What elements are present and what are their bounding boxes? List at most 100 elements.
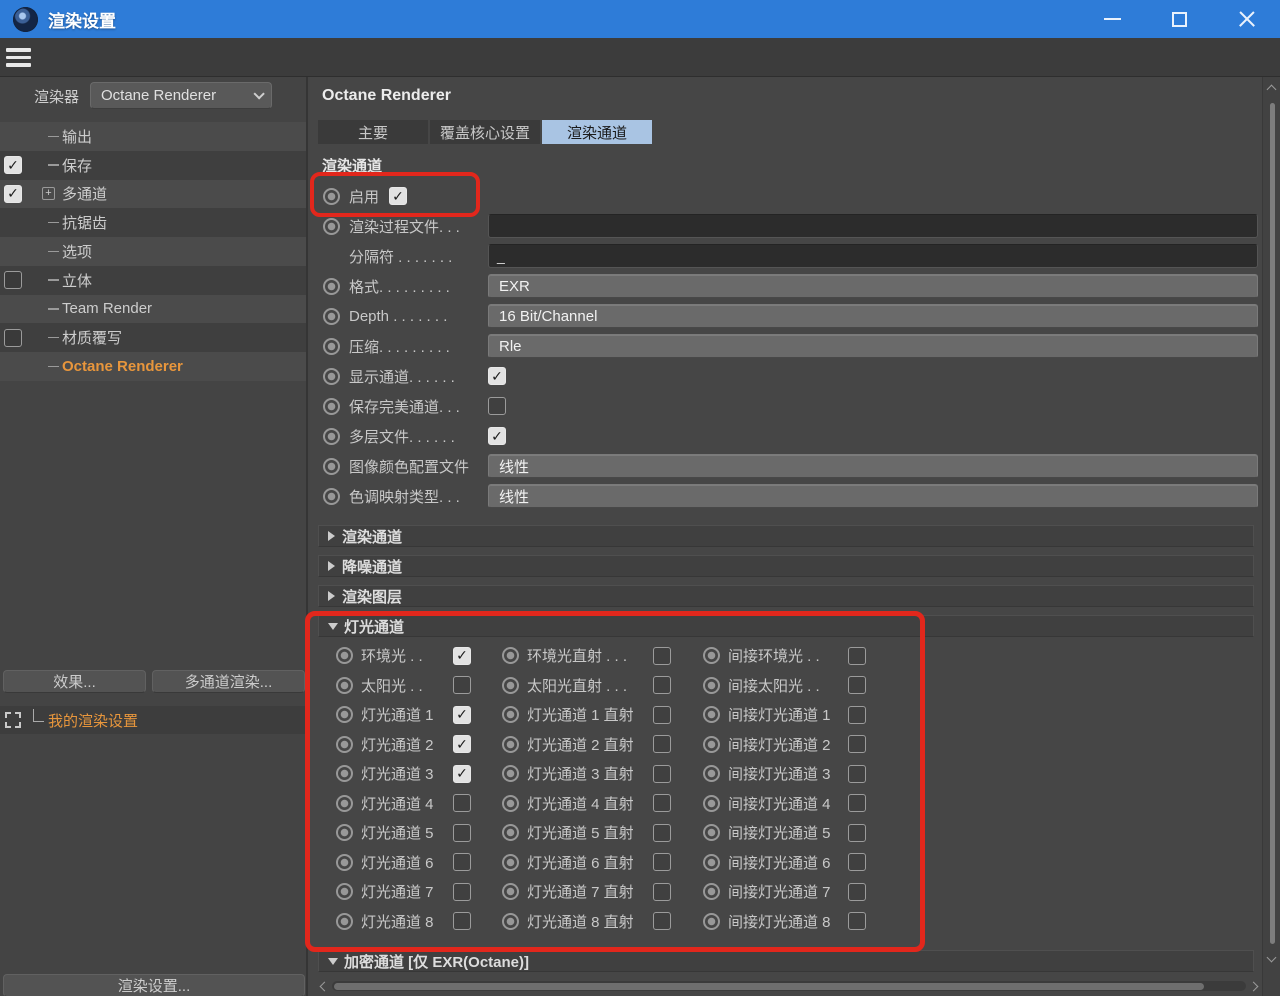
animation-dot-icon[interactable] (323, 428, 340, 445)
animation-dot-icon[interactable] (323, 188, 340, 205)
light-channel-8-direct-checkbox[interactable] (653, 912, 671, 930)
animation-dot-icon[interactable] (703, 795, 720, 812)
ambient-direct-checkbox[interactable] (653, 647, 671, 665)
indirect-sunlight-checkbox[interactable] (848, 676, 866, 694)
animation-dot-icon[interactable] (336, 883, 353, 900)
multilayer-checkbox[interactable] (488, 427, 506, 445)
tonemap-dropdown[interactable]: 线性 (488, 484, 1258, 508)
sunlight-direct-checkbox[interactable] (653, 676, 671, 694)
animation-dot-icon[interactable] (703, 706, 720, 723)
animation-dot-icon[interactable] (703, 765, 720, 782)
light-channel-3-direct-checkbox[interactable] (653, 765, 671, 783)
tab-render-passes[interactable]: 渲染通道 (542, 120, 652, 144)
light-channel-6-checkbox[interactable] (453, 853, 471, 871)
animation-dot-icon[interactable] (323, 368, 340, 385)
save-perfect-checkbox[interactable] (488, 397, 506, 415)
render-file-input[interactable] (488, 214, 1258, 238)
separator-input[interactable]: _ (488, 244, 1258, 268)
group-crypto-passes[interactable]: 加密通道 [仅 EXR(Octane)] (318, 950, 1254, 972)
multipass-enabled-checkbox[interactable] (4, 185, 22, 203)
indirect-light-channel-3-checkbox[interactable] (848, 765, 866, 783)
animation-dot-icon[interactable] (323, 338, 340, 355)
animation-dot-icon[interactable] (502, 677, 519, 694)
animation-dot-icon[interactable] (336, 647, 353, 664)
animation-dot-icon[interactable] (323, 308, 340, 325)
animation-dot-icon[interactable] (703, 736, 720, 753)
expand-plus-icon[interactable] (42, 187, 55, 200)
light-channel-1-direct-checkbox[interactable] (653, 706, 671, 724)
ambient-light-checkbox[interactable] (453, 647, 471, 665)
horizontal-scroll-thumb[interactable] (334, 983, 1204, 990)
animation-dot-icon[interactable] (703, 883, 720, 900)
sidebar-item-team-render[interactable]: Team Render (0, 295, 306, 324)
animation-dot-icon[interactable] (336, 824, 353, 841)
scroll-down-icon[interactable] (1268, 954, 1276, 962)
minimize-button[interactable] (1079, 0, 1146, 38)
effects-button[interactable]: 效果... (3, 670, 146, 693)
light-channel-8-checkbox[interactable] (453, 912, 471, 930)
indirect-light-channel-4-checkbox[interactable] (848, 794, 866, 812)
animation-dot-icon[interactable] (502, 765, 519, 782)
vertical-scroll-thumb[interactable] (1270, 103, 1275, 944)
animation-dot-icon[interactable] (703, 647, 720, 664)
tab-kernel-override[interactable]: 覆盖核心设置 (430, 120, 540, 144)
animation-dot-icon[interactable] (502, 795, 519, 812)
animation-dot-icon[interactable] (502, 824, 519, 841)
sidebar-item-octane-renderer[interactable]: Octane Renderer (0, 352, 306, 381)
light-channel-2-checkbox[interactable] (453, 735, 471, 753)
animation-dot-icon[interactable] (703, 913, 720, 930)
animation-dot-icon[interactable] (703, 824, 720, 841)
stereo-enabled-checkbox[interactable] (4, 271, 22, 289)
light-channel-2-direct-checkbox[interactable] (653, 735, 671, 753)
sidebar-item-save[interactable]: 保存 (0, 151, 306, 180)
render-settings-button[interactable]: 渲染设置... (3, 974, 305, 996)
tab-main[interactable]: 主要 (318, 120, 428, 144)
indirect-light-channel-7-checkbox[interactable] (848, 883, 866, 901)
material-override-checkbox[interactable] (4, 329, 22, 347)
animation-dot-icon[interactable] (336, 706, 353, 723)
light-channel-4-checkbox[interactable] (453, 794, 471, 812)
group-render-layers[interactable]: 渲染图层 (318, 585, 1254, 607)
maximize-button[interactable] (1146, 0, 1213, 38)
group-denoise-passes[interactable]: 降噪通道 (318, 555, 1254, 577)
color-profile-dropdown[interactable]: 线性 (488, 454, 1258, 478)
animation-dot-icon[interactable] (323, 458, 340, 475)
indirect-light-channel-5-checkbox[interactable] (848, 824, 866, 842)
save-enabled-checkbox[interactable] (4, 156, 22, 174)
format-dropdown[interactable]: EXR (488, 274, 1258, 298)
sidebar-item-antialiasing[interactable]: 抗锯齿 (0, 208, 306, 237)
animation-dot-icon[interactable] (323, 398, 340, 415)
my-render-settings-item[interactable]: 我的渲染设置 (0, 706, 306, 734)
group-light-passes[interactable]: 灯光通道 (318, 615, 1254, 637)
close-button[interactable] (1213, 0, 1280, 38)
sidebar-item-options[interactable]: 选项 (0, 237, 306, 266)
indirect-light-channel-6-checkbox[interactable] (848, 853, 866, 871)
sidebar-item-stereo[interactable]: 立体 (0, 266, 306, 295)
animation-dot-icon[interactable] (336, 913, 353, 930)
sidebar-item-output[interactable]: 输出 (0, 122, 306, 151)
animation-dot-icon[interactable] (703, 854, 720, 871)
indirect-light-channel-2-checkbox[interactable] (848, 735, 866, 753)
light-channel-3-checkbox[interactable] (453, 765, 471, 783)
animation-dot-icon[interactable] (502, 647, 519, 664)
horizontal-scrollbar[interactable] (318, 979, 1260, 993)
animation-dot-icon[interactable] (502, 883, 519, 900)
vertical-scrollbar[interactable] (1262, 77, 1280, 996)
animation-dot-icon[interactable] (502, 736, 519, 753)
animation-dot-icon[interactable] (336, 854, 353, 871)
compression-dropdown[interactable]: Rle (488, 334, 1258, 358)
animation-dot-icon[interactable] (502, 913, 519, 930)
animation-dot-icon[interactable] (336, 765, 353, 782)
scroll-right-icon[interactable] (1250, 981, 1260, 991)
light-channel-7-checkbox[interactable] (453, 883, 471, 901)
light-channel-7-direct-checkbox[interactable] (653, 883, 671, 901)
multipass-render-button[interactable]: 多通道渲染... (152, 670, 305, 693)
enable-checkbox[interactable] (389, 187, 407, 205)
light-channel-6-direct-checkbox[interactable] (653, 853, 671, 871)
sidebar-item-material-override[interactable]: 材质覆写 (0, 323, 306, 352)
animation-dot-icon[interactable] (323, 218, 340, 235)
sunlight-checkbox[interactable] (453, 676, 471, 694)
animation-dot-icon[interactable] (502, 854, 519, 871)
animation-dot-icon[interactable] (703, 677, 720, 694)
scroll-left-icon[interactable] (318, 981, 328, 991)
